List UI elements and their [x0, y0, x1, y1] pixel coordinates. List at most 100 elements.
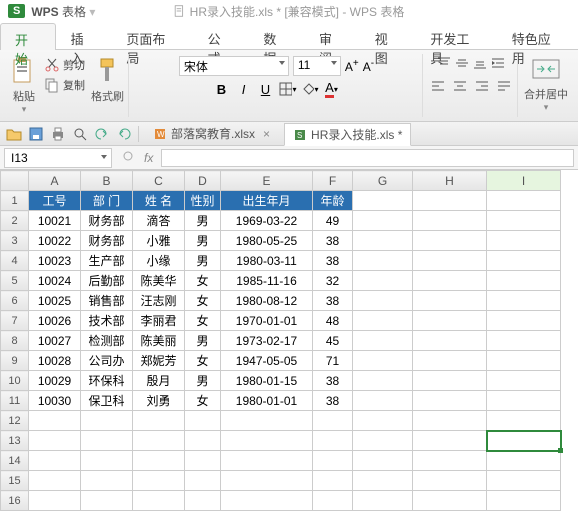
indent-button[interactable]: [491, 56, 505, 73]
cell-A9[interactable]: 10028: [29, 351, 81, 371]
cell-C15[interactable]: [133, 471, 185, 491]
align-left-button[interactable]: [429, 77, 447, 95]
cell-G8[interactable]: [353, 331, 413, 351]
cell-A3[interactable]: 10022: [29, 231, 81, 251]
name-box[interactable]: I13: [4, 148, 112, 168]
cell-A10[interactable]: 10029: [29, 371, 81, 391]
cell-C13[interactable]: [133, 431, 185, 451]
align-bottom-button[interactable]: [473, 56, 487, 73]
cell-F15[interactable]: [313, 471, 353, 491]
cell-F10[interactable]: 38: [313, 371, 353, 391]
cell-I1[interactable]: [487, 191, 561, 211]
cell-E10[interactable]: 1980-01-15: [221, 371, 313, 391]
cell-A11[interactable]: 10030: [29, 391, 81, 411]
select-all-corner[interactable]: [1, 171, 29, 191]
cell-I9[interactable]: [487, 351, 561, 371]
cell-C5[interactable]: 陈美华: [133, 271, 185, 291]
wrap-button[interactable]: [495, 77, 513, 95]
row-header-8[interactable]: 8: [1, 331, 29, 351]
row-header-2[interactable]: 2: [1, 211, 29, 231]
cell-E7[interactable]: 1970-01-01: [221, 311, 313, 331]
cell-A5[interactable]: 10024: [29, 271, 81, 291]
row-header-4[interactable]: 4: [1, 251, 29, 271]
cell-E6[interactable]: 1980-08-12: [221, 291, 313, 311]
cell-E5[interactable]: 1985-11-16: [221, 271, 313, 291]
cell-A6[interactable]: 10025: [29, 291, 81, 311]
cell-H14[interactable]: [413, 451, 487, 471]
cell-H9[interactable]: [413, 351, 487, 371]
cell-C10[interactable]: 殷月: [133, 371, 185, 391]
cell-F7[interactable]: 48: [313, 311, 353, 331]
cell-D16[interactable]: [185, 491, 221, 511]
font-name-select[interactable]: 宋体: [179, 56, 289, 76]
cell-D8[interactable]: 男: [185, 331, 221, 351]
cell-A15[interactable]: [29, 471, 81, 491]
cell-G7[interactable]: [353, 311, 413, 331]
align-center-button[interactable]: [451, 77, 469, 95]
cell-G13[interactable]: [353, 431, 413, 451]
cell-E8[interactable]: 1973-02-17: [221, 331, 313, 351]
font-increase-button[interactable]: A+: [345, 58, 359, 74]
cell-C16[interactable]: [133, 491, 185, 511]
cell-H8[interactable]: [413, 331, 487, 351]
cell-C12[interactable]: [133, 411, 185, 431]
col-header-F[interactable]: F: [313, 171, 353, 191]
italic-button[interactable]: I: [235, 80, 253, 98]
row-header-16[interactable]: 16: [1, 491, 29, 511]
bold-button[interactable]: B: [213, 80, 231, 98]
cell-B10[interactable]: 环保科: [81, 371, 133, 391]
cell-G15[interactable]: [353, 471, 413, 491]
cell-F8[interactable]: 45: [313, 331, 353, 351]
undo-icon[interactable]: [94, 126, 110, 142]
cell-B5[interactable]: 后勤部: [81, 271, 133, 291]
cell-D4[interactable]: 男: [185, 251, 221, 271]
cell-F14[interactable]: [313, 451, 353, 471]
cell-I13[interactable]: [487, 431, 561, 451]
doc-tab-1[interactable]: S HR录入技能.xls *: [284, 123, 411, 146]
redo-icon[interactable]: [116, 126, 132, 142]
cell-E16[interactable]: [221, 491, 313, 511]
cell-G10[interactable]: [353, 371, 413, 391]
copy-button[interactable]: 复制: [42, 76, 87, 94]
cell-B9[interactable]: 公司办: [81, 351, 133, 371]
cell-B4[interactable]: 生产部: [81, 251, 133, 271]
cell-E4[interactable]: 1980-03-11: [221, 251, 313, 271]
cell-G2[interactable]: [353, 211, 413, 231]
cell-E14[interactable]: [221, 451, 313, 471]
cell-B11[interactable]: 保卫科: [81, 391, 133, 411]
cell-D5[interactable]: 女: [185, 271, 221, 291]
cell-G9[interactable]: [353, 351, 413, 371]
cell-G16[interactable]: [353, 491, 413, 511]
formatpainter-icon[interactable]: [97, 56, 119, 86]
cell-F3[interactable]: 38: [313, 231, 353, 251]
border-button[interactable]: ▾: [279, 80, 297, 98]
menu-tab-layout[interactable]: 页面布局: [111, 22, 192, 49]
col-header-G[interactable]: G: [353, 171, 413, 191]
menu-tab-insert[interactable]: 插入: [56, 22, 112, 49]
spreadsheet-grid[interactable]: ABCDEFGHI1工号部 门姓 名性别出生年月年龄210021财务部滴答男19…: [0, 170, 578, 528]
row-header-6[interactable]: 6: [1, 291, 29, 311]
cell-C4[interactable]: 小缘: [133, 251, 185, 271]
cell-G14[interactable]: [353, 451, 413, 471]
cell-I10[interactable]: [487, 371, 561, 391]
fx-label[interactable]: fx: [140, 151, 157, 165]
cell-D12[interactable]: [185, 411, 221, 431]
row-header-15[interactable]: 15: [1, 471, 29, 491]
cell-I8[interactable]: [487, 331, 561, 351]
cell-F5[interactable]: 32: [313, 271, 353, 291]
fill-color-button[interactable]: ▾: [301, 80, 319, 98]
cell-A12[interactable]: [29, 411, 81, 431]
cell-E1[interactable]: 出生年月: [221, 191, 313, 211]
col-header-H[interactable]: H: [413, 171, 487, 191]
col-header-E[interactable]: E: [221, 171, 313, 191]
cell-B3[interactable]: 财务部: [81, 231, 133, 251]
menu-tab-view[interactable]: 视图: [360, 22, 416, 49]
cell-H5[interactable]: [413, 271, 487, 291]
cut-button[interactable]: 剪切: [42, 56, 87, 74]
cell-B2[interactable]: 财务部: [81, 211, 133, 231]
cell-I7[interactable]: [487, 311, 561, 331]
cell-G4[interactable]: [353, 251, 413, 271]
cell-C8[interactable]: 陈美丽: [133, 331, 185, 351]
cell-E3[interactable]: 1980-05-25: [221, 231, 313, 251]
cell-F2[interactable]: 49: [313, 211, 353, 231]
